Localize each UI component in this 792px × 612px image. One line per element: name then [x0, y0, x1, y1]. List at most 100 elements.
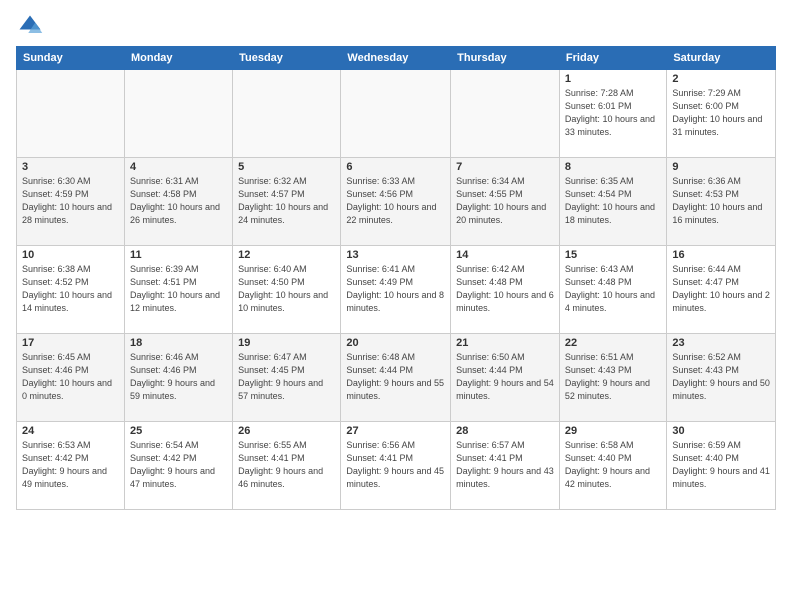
day-info: Sunrise: 6:32 AM Sunset: 4:57 PM Dayligh… — [238, 175, 335, 227]
calendar-cell: 7 Sunrise: 6:34 AM Sunset: 4:55 PM Daylig… — [451, 158, 560, 246]
day-info: Sunrise: 6:50 AM Sunset: 4:44 PM Dayligh… — [456, 351, 554, 403]
day-info: Sunrise: 6:30 AM Sunset: 4:59 PM Dayligh… — [22, 175, 119, 227]
calendar-cell: 2 Sunrise: 7:29 AM Sunset: 6:00 PM Daylig… — [667, 70, 776, 158]
calendar-week-row: 3 Sunrise: 6:30 AM Sunset: 4:59 PM Daylig… — [17, 158, 776, 246]
weekday-header: Tuesday — [233, 47, 341, 70]
calendar-cell: 30 Sunrise: 6:59 AM Sunset: 4:40 PM Dayli… — [667, 422, 776, 510]
weekday-header: Thursday — [451, 47, 560, 70]
calendar-cell — [233, 70, 341, 158]
day-info: Sunrise: 6:59 AM Sunset: 4:40 PM Dayligh… — [672, 439, 770, 491]
day-number: 1 — [565, 73, 661, 85]
day-number: 25 — [130, 425, 227, 437]
day-number: 8 — [565, 161, 661, 173]
day-info: Sunrise: 6:34 AM Sunset: 4:55 PM Dayligh… — [456, 175, 554, 227]
weekday-header: Friday — [559, 47, 666, 70]
calendar-week-row: 24 Sunrise: 6:53 AM Sunset: 4:42 PM Dayli… — [17, 422, 776, 510]
calendar-cell: 28 Sunrise: 6:57 AM Sunset: 4:41 PM Dayli… — [451, 422, 560, 510]
day-number: 12 — [238, 249, 335, 261]
day-number: 6 — [346, 161, 445, 173]
weekday-header: Sunday — [17, 47, 125, 70]
calendar-cell: 8 Sunrise: 6:35 AM Sunset: 4:54 PM Daylig… — [559, 158, 666, 246]
day-number: 27 — [346, 425, 445, 437]
day-number: 10 — [22, 249, 119, 261]
calendar-cell: 18 Sunrise: 6:46 AM Sunset: 4:46 PM Dayli… — [124, 334, 232, 422]
day-info: Sunrise: 7:28 AM Sunset: 6:01 PM Dayligh… — [565, 87, 661, 139]
day-number: 5 — [238, 161, 335, 173]
day-info: Sunrise: 6:55 AM Sunset: 4:41 PM Dayligh… — [238, 439, 335, 491]
calendar-cell: 6Sunrise: 6:33 AM Sunset: 4:56 PM Daylig… — [341, 158, 451, 246]
day-info: Sunrise: 6:43 AM Sunset: 4:48 PM Dayligh… — [565, 263, 661, 315]
calendar-cell: 15 Sunrise: 6:43 AM Sunset: 4:48 PM Dayli… — [559, 246, 666, 334]
calendar-header-row: SundayMondayTuesdayWednesdayThursdayFrid… — [17, 47, 776, 70]
calendar-cell: 25 Sunrise: 6:54 AM Sunset: 4:42 PM Dayli… — [124, 422, 232, 510]
day-number: 13 — [346, 249, 445, 261]
day-info: Sunrise: 6:58 AM Sunset: 4:40 PM Dayligh… — [565, 439, 661, 491]
calendar-cell: 13Sunrise: 6:41 AM Sunset: 4:49 PM Dayli… — [341, 246, 451, 334]
day-number: 21 — [456, 337, 554, 349]
day-info: Sunrise: 6:54 AM Sunset: 4:42 PM Dayligh… — [130, 439, 227, 491]
calendar-cell: 27 Sunrise: 6:56 AM Sunset: 4:41 PM Dayli… — [341, 422, 451, 510]
logo-icon — [16, 12, 44, 40]
day-number: 2 — [672, 73, 770, 85]
day-number: 23 — [672, 337, 770, 349]
calendar-cell: 5 Sunrise: 6:32 AM Sunset: 4:57 PM Daylig… — [233, 158, 341, 246]
calendar-cell: 17Sunrise: 6:45 AM Sunset: 4:46 PM Dayli… — [17, 334, 125, 422]
day-info: Sunrise: 6:35 AM Sunset: 4:54 PM Dayligh… — [565, 175, 661, 227]
day-info: Sunrise: 6:56 AM Sunset: 4:41 PM Dayligh… — [346, 439, 445, 491]
calendar-cell — [124, 70, 232, 158]
day-info: Sunrise: 6:31 AM Sunset: 4:58 PM Dayligh… — [130, 175, 227, 227]
day-number: 29 — [565, 425, 661, 437]
weekday-header: Monday — [124, 47, 232, 70]
logo — [16, 12, 46, 40]
day-number: 28 — [456, 425, 554, 437]
calendar-cell — [341, 70, 451, 158]
calendar-table: SundayMondayTuesdayWednesdayThursdayFrid… — [16, 46, 776, 510]
day-info: Sunrise: 6:44 AM Sunset: 4:47 PM Dayligh… — [672, 263, 770, 315]
day-number: 26 — [238, 425, 335, 437]
day-info: Sunrise: 6:40 AM Sunset: 4:50 PM Dayligh… — [238, 263, 335, 315]
calendar-week-row: 17Sunrise: 6:45 AM Sunset: 4:46 PM Dayli… — [17, 334, 776, 422]
day-number: 24 — [22, 425, 119, 437]
calendar-week-row: 10 Sunrise: 6:38 AM Sunset: 4:52 PM Dayli… — [17, 246, 776, 334]
day-number: 20 — [346, 337, 445, 349]
calendar-cell: 26 Sunrise: 6:55 AM Sunset: 4:41 PM Dayli… — [233, 422, 341, 510]
calendar-cell: 10 Sunrise: 6:38 AM Sunset: 4:52 PM Dayli… — [17, 246, 125, 334]
day-number: 22 — [565, 337, 661, 349]
calendar-cell: 1 Sunrise: 7:28 AM Sunset: 6:01 PM Daylig… — [559, 70, 666, 158]
page-header — [16, 12, 776, 40]
day-number: 4 — [130, 161, 227, 173]
day-info: Sunrise: 6:48 AM Sunset: 4:44 PM Dayligh… — [346, 351, 445, 403]
day-number: 3 — [22, 161, 119, 173]
calendar-cell: 9 Sunrise: 6:36 AM Sunset: 4:53 PM Daylig… — [667, 158, 776, 246]
day-number: 18 — [130, 337, 227, 349]
day-number: 9 — [672, 161, 770, 173]
calendar-cell: 24 Sunrise: 6:53 AM Sunset: 4:42 PM Dayli… — [17, 422, 125, 510]
day-info: Sunrise: 7:29 AM Sunset: 6:00 PM Dayligh… — [672, 87, 770, 139]
calendar-cell: 12 Sunrise: 6:40 AM Sunset: 4:50 PM Dayli… — [233, 246, 341, 334]
day-info: Sunrise: 6:45 AM Sunset: 4:46 PM Dayligh… — [22, 351, 119, 403]
calendar-cell: 20 Sunrise: 6:48 AM Sunset: 4:44 PM Dayli… — [341, 334, 451, 422]
day-info: Sunrise: 6:52 AM Sunset: 4:43 PM Dayligh… — [672, 351, 770, 403]
day-info: Sunrise: 6:46 AM Sunset: 4:46 PM Dayligh… — [130, 351, 227, 403]
day-number: 30 — [672, 425, 770, 437]
weekday-header: Wednesday — [341, 47, 451, 70]
day-info: Sunrise: 6:57 AM Sunset: 4:41 PM Dayligh… — [456, 439, 554, 491]
calendar-cell — [17, 70, 125, 158]
calendar-week-row: 1 Sunrise: 7:28 AM Sunset: 6:01 PM Daylig… — [17, 70, 776, 158]
weekday-header: Saturday — [667, 47, 776, 70]
calendar-cell: 3 Sunrise: 6:30 AM Sunset: 4:59 PM Daylig… — [17, 158, 125, 246]
calendar-cell: 23 Sunrise: 6:52 AM Sunset: 4:43 PM Dayli… — [667, 334, 776, 422]
day-info: Sunrise: 6:38 AM Sunset: 4:52 PM Dayligh… — [22, 263, 119, 315]
calendar-cell: 4 Sunrise: 6:31 AM Sunset: 4:58 PM Daylig… — [124, 158, 232, 246]
calendar-cell: 11Sunrise: 6:39 AM Sunset: 4:51 PM Dayli… — [124, 246, 232, 334]
day-info: Sunrise: 6:39 AM Sunset: 4:51 PM Dayligh… — [130, 263, 227, 315]
day-info: Sunrise: 6:53 AM Sunset: 4:42 PM Dayligh… — [22, 439, 119, 491]
day-number: 15 — [565, 249, 661, 261]
calendar-cell — [451, 70, 560, 158]
day-info: Sunrise: 6:51 AM Sunset: 4:43 PM Dayligh… — [565, 351, 661, 403]
day-number: 7 — [456, 161, 554, 173]
calendar-cell: 22 Sunrise: 6:51 AM Sunset: 4:43 PM Dayli… — [559, 334, 666, 422]
day-info: Sunrise: 6:36 AM Sunset: 4:53 PM Dayligh… — [672, 175, 770, 227]
calendar-cell: 19Sunrise: 6:47 AM Sunset: 4:45 PM Dayli… — [233, 334, 341, 422]
day-number: 14 — [456, 249, 554, 261]
